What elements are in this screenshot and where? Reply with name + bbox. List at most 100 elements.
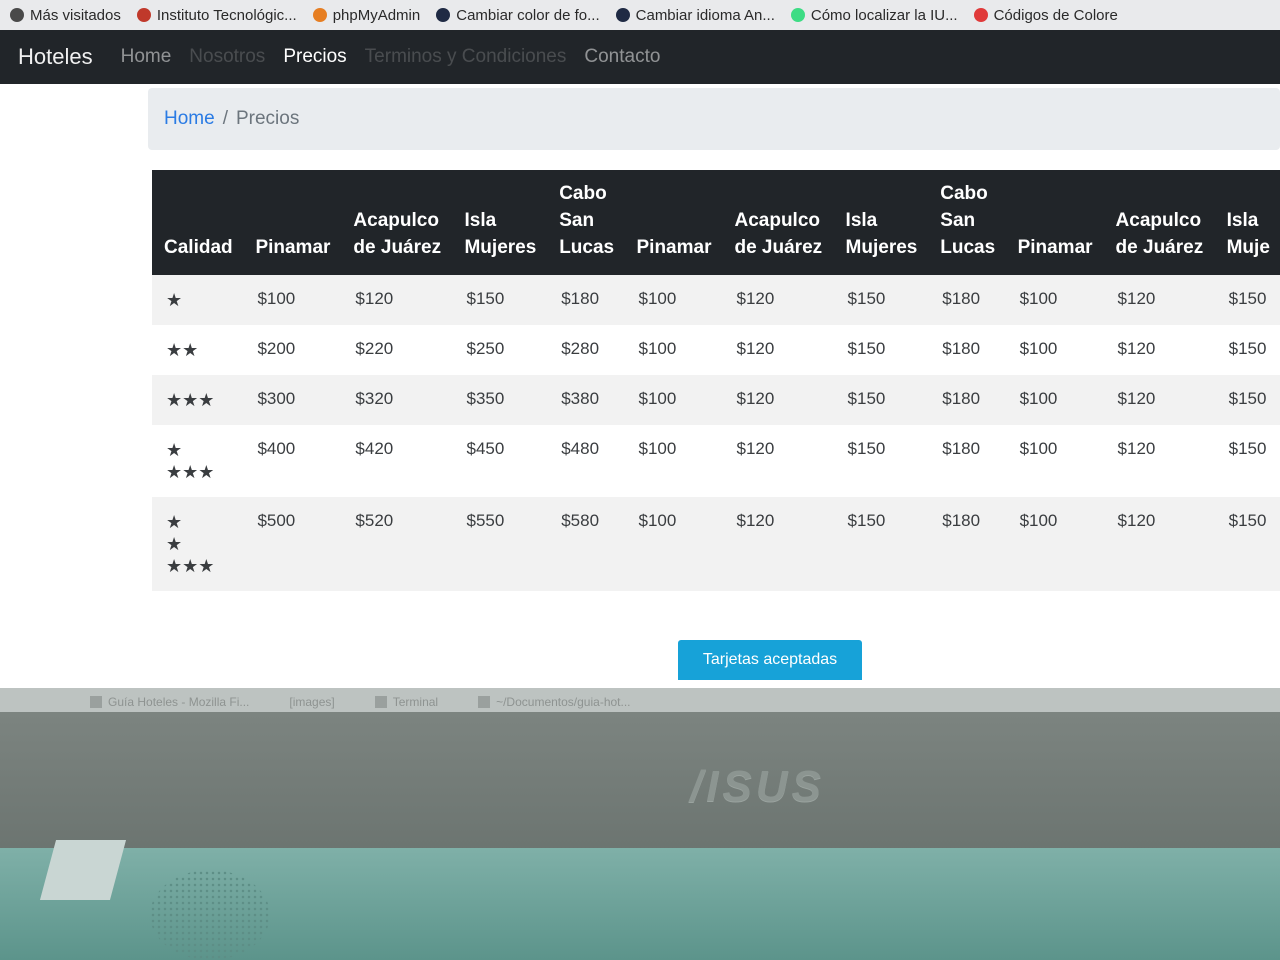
price-cell: $380: [547, 375, 625, 425]
column-header-line: San: [940, 210, 976, 231]
column-header-line: Acapulco: [734, 210, 821, 231]
speaker-grille: [150, 870, 270, 960]
bookmark-item[interactable]: Cómo localizar la IU...: [790, 6, 958, 24]
folder-icon: [478, 696, 491, 708]
navbar-brand[interactable]: Hoteles: [18, 44, 93, 70]
bookmark-item[interactable]: phpMyAdmin: [312, 7, 420, 24]
star-icon: ★★★: [166, 556, 215, 576]
price-cell: $150: [1214, 497, 1280, 591]
price-cell: $180: [928, 275, 1006, 325]
column-header-line: Lucas: [940, 237, 996, 258]
bookmark-label: Instituto Tecnológic...: [156, 6, 297, 24]
star-rating: ★ ★ ★★★: [152, 497, 244, 591]
page-content: Home / Precios Calidad Pinamar Acapulco de …: [0, 84, 1280, 688]
column-header-line: San: [559, 210, 595, 231]
price-cell: $250: [452, 325, 548, 375]
star-rating: ★★: [152, 325, 244, 375]
column-header-line: Mujeres: [845, 237, 918, 258]
taskbar-item[interactable]: Terminal: [374, 695, 439, 709]
column-header-line: Isla: [1226, 210, 1259, 231]
price-cell: $100: [243, 275, 342, 325]
star-icon: ★: [166, 534, 183, 554]
price-cell: $420: [341, 425, 453, 497]
column-header: Isla Mujeres: [452, 170, 548, 275]
table-row: ★ $100 $120 $150 $180 $100 $120 $150 $180 $100 $12…: [152, 275, 1280, 325]
bookmark-item[interactable]: Códigos de Colore: [973, 6, 1118, 24]
price-cell: $280: [547, 325, 625, 375]
bookmark-item[interactable]: Cambiar idioma An...: [615, 7, 775, 24]
price-cell: $150: [1214, 325, 1280, 375]
price-cell: $150: [833, 425, 929, 497]
nav-link-terminos[interactable]: Terminos y Condiciones: [365, 46, 567, 68]
bookmark-item[interactable]: Más visitados: [10, 7, 121, 24]
bookmark-item[interactable]: Cambiar color de fo...: [436, 7, 600, 24]
taskbar-label: [images]: [289, 695, 335, 709]
star-rating: ★★★: [152, 375, 244, 425]
column-header: Pinamar: [624, 170, 723, 275]
taskbar-item[interactable]: ~/Documentos/guia-hot...: [478, 695, 631, 709]
price-cell: $150: [833, 325, 929, 375]
price-cell: $180: [547, 275, 625, 325]
bookmark-label: Más visitados: [30, 6, 121, 24]
taskbar-label: Guía Hoteles - Mozilla Fi...: [108, 695, 250, 709]
price-cell: $150: [1214, 375, 1280, 425]
accepted-cards-button[interactable]: Tarjetas aceptadas: [678, 640, 862, 680]
price-cell: $450: [452, 425, 548, 497]
navbar: Hoteles Home Nosotros Precios Terminos y…: [0, 30, 1280, 84]
column-header-line: Cabo: [559, 183, 607, 204]
price-cell: $320: [341, 375, 453, 425]
bookmark-label: Cómo localizar la IU...: [810, 6, 958, 24]
star-icon: ★★★: [166, 390, 215, 410]
globe-icon: [436, 8, 451, 22]
breadcrumb-separator: /: [222, 108, 228, 129]
price-cell: $580: [547, 497, 625, 591]
price-cell: $120: [1103, 325, 1215, 375]
taskbar-item[interactable]: Guía Hoteles - Mozilla Fi...: [90, 695, 249, 709]
price-cell: $350: [452, 375, 548, 425]
price-cell: $120: [341, 275, 453, 325]
price-cell: $150: [833, 497, 929, 591]
table-header-row: Calidad Pinamar Acapulco de Juárez Isla Mujer…: [152, 170, 1280, 275]
price-cell: $100: [1005, 275, 1104, 325]
price-cell: $100: [624, 497, 723, 591]
price-cell: $220: [341, 325, 453, 375]
nav-link-precios[interactable]: Precios: [283, 46, 346, 68]
star-icon: ★★: [166, 340, 199, 360]
column-header-line: Lucas: [559, 237, 615, 258]
price-cell: $150: [1214, 275, 1280, 325]
price-cell: $150: [833, 375, 929, 425]
bookmark-item[interactable]: Instituto Tecnológic...: [136, 6, 297, 24]
price-cell: $100: [624, 275, 723, 325]
laptop-brand-logo: /ISUS: [690, 762, 825, 811]
bookmarks-bar: Más visitados Instituto Tecnológic... phpM…: [0, 0, 1280, 30]
column-header-line: Isla: [845, 210, 878, 231]
breadcrumb-home-link[interactable]: Home: [164, 108, 215, 130]
android-icon: [790, 8, 805, 22]
nav-link-contacto[interactable]: Contacto: [584, 46, 660, 68]
price-cell: $150: [452, 275, 548, 325]
column-header: Calidad: [152, 170, 244, 275]
price-table: Calidad Pinamar Acapulco de Juárez Isla Mujer…: [152, 170, 1280, 591]
price-cell: $180: [928, 375, 1006, 425]
price-cell: $120: [722, 425, 834, 497]
price-cell: $100: [1005, 425, 1104, 497]
table-row: ★★ $200 $220 $250 $280 $100 $120 $150 $180 $100 $1…: [152, 325, 1280, 375]
nav-link-nosotros[interactable]: Nosotros: [189, 46, 265, 68]
table-row: ★ ★ ★★★ $500 $520 $550 $580 $100 $120 $150 $180 $10…: [152, 497, 1280, 591]
column-header-line: Isla: [464, 210, 497, 231]
price-cell: $100: [1005, 497, 1104, 591]
column-header-line: Pinamar: [636, 237, 712, 258]
taskbar-item[interactable]: [images]: [289, 695, 334, 709]
school-icon: [136, 8, 151, 22]
column-header: Cabo San Lucas: [547, 170, 625, 275]
star-icon: ★: [166, 290, 183, 310]
price-cell: $480: [547, 425, 625, 497]
nav-link-home[interactable]: Home: [121, 46, 172, 68]
column-header-line: Calidad: [164, 237, 233, 258]
column-header: Pinamar: [243, 170, 342, 275]
taskbar-label: Terminal: [392, 695, 439, 709]
bookmark-label: Códigos de Colore: [993, 6, 1118, 24]
price-cell: $100: [624, 425, 723, 497]
star-icon: ★★★: [166, 462, 215, 482]
price-cell: $120: [722, 275, 834, 325]
